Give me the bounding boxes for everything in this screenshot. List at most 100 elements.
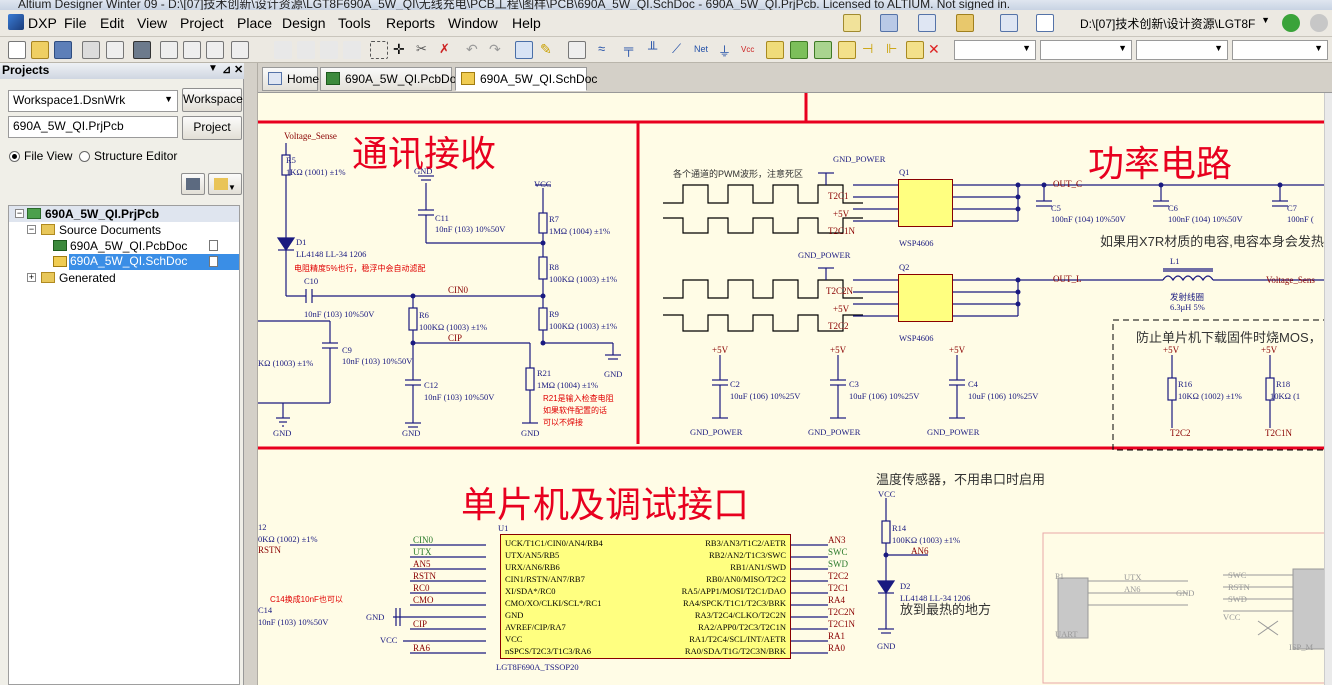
- path-combo[interactable]: D:\[07]技术创新\设计资源\LGT8F ▼: [1076, 13, 1274, 33]
- port-icon[interactable]: [838, 41, 856, 59]
- bus-entry-icon[interactable]: ⟋: [672, 41, 690, 59]
- panel-menu-icon[interactable]: ▼: [208, 63, 218, 74]
- project-field[interactable]: 690A_5W_QI.PrjPcb: [8, 116, 178, 138]
- gnd-label-c11: GND: [414, 166, 433, 176]
- structure-editor-radio[interactable]: [79, 151, 90, 162]
- vcc-label-r14: VCC: [878, 489, 896, 499]
- net-5v-r16: +5V: [1163, 345, 1180, 355]
- net-t2c1n: T2C1N: [828, 226, 855, 236]
- close-icon[interactable]: ✕: [234, 63, 243, 76]
- print-icon[interactable]: [82, 41, 100, 59]
- signal-harness-icon[interactable]: ╨: [648, 41, 666, 59]
- gnd-port-icon[interactable]: ⏚: [718, 41, 736, 59]
- tab-pcbdoc[interactable]: 690A_5W_QI.PcbDoc: [320, 67, 462, 91]
- u1-right-net: AN3: [828, 535, 846, 545]
- tree-row-pcbdoc[interactable]: 690A_5W_QI.PcbDoc: [9, 238, 239, 254]
- deselect-icon[interactable]: ✂: [416, 41, 434, 59]
- menu-reports[interactable]: Reports: [386, 15, 435, 31]
- paste-icon[interactable]: [320, 41, 338, 59]
- tab-home[interactable]: Home: [262, 67, 319, 91]
- cut-icon[interactable]: [274, 41, 292, 59]
- close-x-icon[interactable]: ✕: [928, 41, 946, 59]
- tab-schdoc[interactable]: 690A_5W_QI.SchDoc: [455, 67, 597, 91]
- layers-icon: [186, 178, 200, 190]
- panel-splitter[interactable]: [244, 63, 258, 685]
- menu-design[interactable]: Design: [282, 15, 326, 31]
- menu-dxp[interactable]: DXP: [28, 15, 57, 31]
- tree-row-project[interactable]: − 690A_5W_QI.PrjPcb: [9, 206, 239, 222]
- panel-tool-button-1[interactable]: [181, 173, 205, 195]
- vcc-label-u1: VCC: [380, 635, 398, 645]
- menu-place[interactable]: Place: [237, 15, 272, 31]
- zoom-area-icon[interactable]: [183, 41, 201, 59]
- wire-icon[interactable]: ≈: [598, 41, 616, 59]
- component-icon[interactable]: [956, 14, 974, 32]
- workspace-button[interactable]: Workspace: [182, 88, 243, 112]
- vertical-scrollbar[interactable]: [1324, 93, 1332, 685]
- new-icon[interactable]: [8, 41, 26, 59]
- collapse-icon[interactable]: −: [27, 225, 36, 234]
- layers-icon[interactable]: [133, 41, 151, 59]
- menu-tools[interactable]: Tools: [338, 15, 371, 31]
- redo-icon[interactable]: ↷: [489, 41, 507, 59]
- move-icon[interactable]: ✛: [393, 41, 411, 59]
- grid-icon[interactable]: [1036, 14, 1054, 32]
- sheet-entry-icon[interactable]: [790, 41, 808, 59]
- u1-chip[interactable]: UCK/T1C1/CIN0/AN4/RB4 UTX/AN5/RB5 URX/AN…: [500, 534, 791, 659]
- power-port-icon[interactable]: [918, 14, 936, 32]
- compile-icon[interactable]: [568, 41, 586, 59]
- schematic-canvas[interactable]: 通讯接收 功率电路 单片机及调试接口 Voltage_Sense R5 1KΩ …: [258, 93, 1332, 685]
- cross-probe-icon[interactable]: ✎: [540, 41, 558, 59]
- q1-chip[interactable]: [898, 179, 953, 227]
- menu-project[interactable]: Project: [180, 15, 224, 31]
- zoom-selected-icon[interactable]: [206, 41, 224, 59]
- expand-icon[interactable]: +: [27, 273, 36, 282]
- save-icon[interactable]: [54, 41, 72, 59]
- dxp-icon[interactable]: [8, 14, 24, 30]
- rubber-stamp-icon[interactable]: [343, 41, 361, 59]
- r16-designator: R16: [1178, 379, 1193, 389]
- clear-filter-icon[interactable]: ✗: [439, 41, 457, 59]
- align-icon[interactable]: [880, 14, 898, 32]
- filter-icon[interactable]: [231, 41, 249, 59]
- panel-tool-button-2[interactable]: ▼: [208, 173, 242, 195]
- menu-edit[interactable]: Edit: [100, 15, 124, 31]
- menu-help[interactable]: Help: [512, 15, 541, 31]
- project-button[interactable]: Project: [182, 116, 242, 140]
- sheet-symbol-icon[interactable]: [843, 14, 861, 32]
- q2-chip[interactable]: [898, 274, 953, 322]
- tag-icon[interactable]: [906, 41, 924, 59]
- filter-combo-2[interactable]: ▼: [1040, 40, 1132, 60]
- menu-file[interactable]: File: [64, 15, 87, 31]
- file-view-radio[interactable]: [9, 151, 20, 162]
- print-preview-icon[interactable]: [106, 41, 124, 59]
- tree-row-schdoc[interactable]: 690A_5W_QI.SchDoc: [9, 254, 239, 270]
- no-erc-icon[interactable]: ⊣: [862, 41, 880, 59]
- hierarchy-icon[interactable]: [515, 41, 533, 59]
- part-icon[interactable]: [766, 41, 784, 59]
- menu-window[interactable]: Window: [448, 15, 498, 31]
- tree-row-source-documents[interactable]: − Source Documents: [9, 222, 239, 238]
- bus-icon[interactable]: ╤: [624, 41, 642, 59]
- device-sheet-icon[interactable]: [814, 41, 832, 59]
- vcc-port-icon[interactable]: Vcc: [741, 41, 759, 59]
- back-icon[interactable]: [1282, 14, 1300, 32]
- pin-icon[interactable]: ⊿: [222, 63, 231, 76]
- net-label-icon[interactable]: Net: [694, 41, 712, 59]
- probe-icon[interactable]: [1000, 14, 1018, 32]
- filter-combo-4[interactable]: ▼: [1232, 40, 1328, 60]
- filter-combo-3[interactable]: ▼: [1136, 40, 1228, 60]
- filter-combo-1[interactable]: ▼: [954, 40, 1036, 60]
- u1-pin-left: CIN1/RSTN/AN7/RB7: [505, 574, 585, 584]
- harness-icon[interactable]: ⊩: [886, 41, 904, 59]
- tree-row-generated[interactable]: + Generated: [9, 270, 239, 286]
- collapse-icon[interactable]: −: [15, 209, 24, 218]
- workspace-select[interactable]: Workspace1.DsnWrk ▼: [8, 90, 178, 112]
- zoom-fit-icon[interactable]: [160, 41, 178, 59]
- undo-icon[interactable]: ↶: [466, 41, 484, 59]
- select-area-icon[interactable]: [370, 41, 388, 59]
- copy-icon[interactable]: [297, 41, 315, 59]
- menu-view[interactable]: View: [137, 15, 167, 31]
- open-icon[interactable]: [31, 41, 49, 59]
- forward-icon[interactable]: [1310, 14, 1328, 32]
